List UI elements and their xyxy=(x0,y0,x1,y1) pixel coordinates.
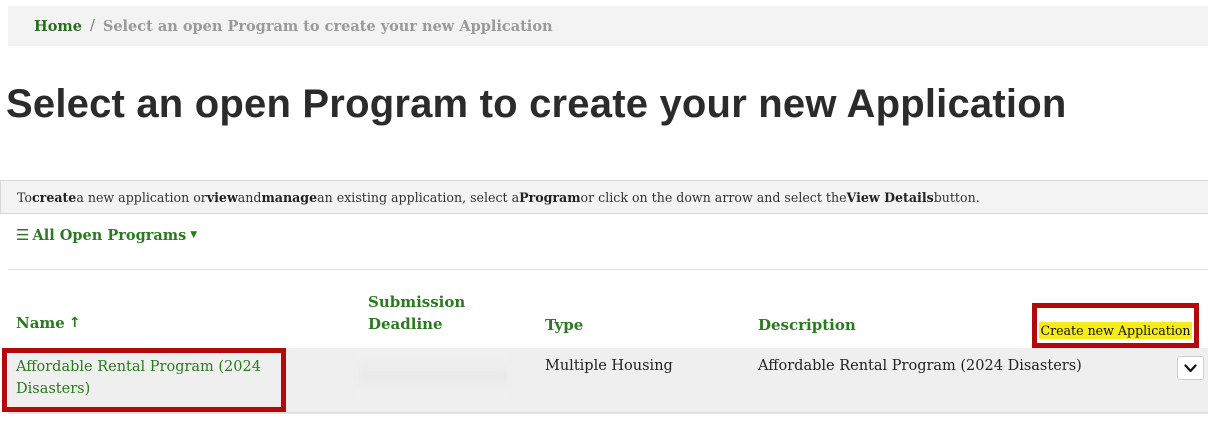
filter-label: All Open Programs xyxy=(32,226,187,244)
info-bold: Program xyxy=(519,189,581,205)
program-type: Multiple Housing xyxy=(545,358,673,374)
sort-ascending-icon: ↑ xyxy=(68,315,81,331)
column-header-name-label: Name xyxy=(16,314,65,332)
all-open-programs-dropdown[interactable]: ☰ All Open Programs ▼ xyxy=(16,226,197,244)
divider xyxy=(8,269,1208,270)
instructions-bar: To create a new application or view and … xyxy=(0,180,1208,214)
column-header-name[interactable]: Name ↑ xyxy=(16,313,81,333)
redacted-deadline xyxy=(358,352,508,398)
program-name-highlight xyxy=(2,348,286,412)
info-bold: create xyxy=(32,189,77,205)
column-header-deadline-line1: Submission xyxy=(368,293,466,311)
info-text: To xyxy=(17,189,33,205)
page-title: Select an open Program to create your ne… xyxy=(6,82,1067,126)
chevron-down-icon xyxy=(1184,363,1197,372)
column-header-deadline-line2: Deadline xyxy=(368,315,443,333)
breadcrumb-current: Select an open Program to create your ne… xyxy=(102,17,553,35)
caret-down-icon: ▼ xyxy=(190,230,198,240)
info-bold: view xyxy=(206,189,238,205)
program-description: Affordable Rental Program (2024 Disaster… xyxy=(758,358,1082,374)
info-bold: View Details xyxy=(846,189,934,205)
list-icon: ☰ xyxy=(16,226,30,244)
info-bold: manage xyxy=(261,189,318,205)
breadcrumb: Home / Select an open Program to create … xyxy=(8,6,1208,46)
info-text: and xyxy=(237,189,262,205)
create-button-highlight: Create new Application xyxy=(1032,303,1199,348)
breadcrumb-home-link[interactable]: Home xyxy=(34,18,82,35)
row-expand-button[interactable] xyxy=(1177,356,1204,380)
info-text: button. xyxy=(933,189,980,205)
info-text: or click on the down arrow and select th… xyxy=(580,189,847,205)
info-text: an existing application, select a xyxy=(317,189,520,205)
info-text: a new application or xyxy=(76,189,207,205)
create-new-application-button[interactable]: Create new Application xyxy=(1039,322,1192,339)
column-header-description[interactable]: Description xyxy=(758,315,856,335)
breadcrumb-separator: / xyxy=(89,18,95,34)
column-header-type[interactable]: Type xyxy=(545,315,583,335)
divider xyxy=(8,413,1208,414)
column-header-submission-deadline[interactable]: Submission Deadline xyxy=(368,291,488,335)
